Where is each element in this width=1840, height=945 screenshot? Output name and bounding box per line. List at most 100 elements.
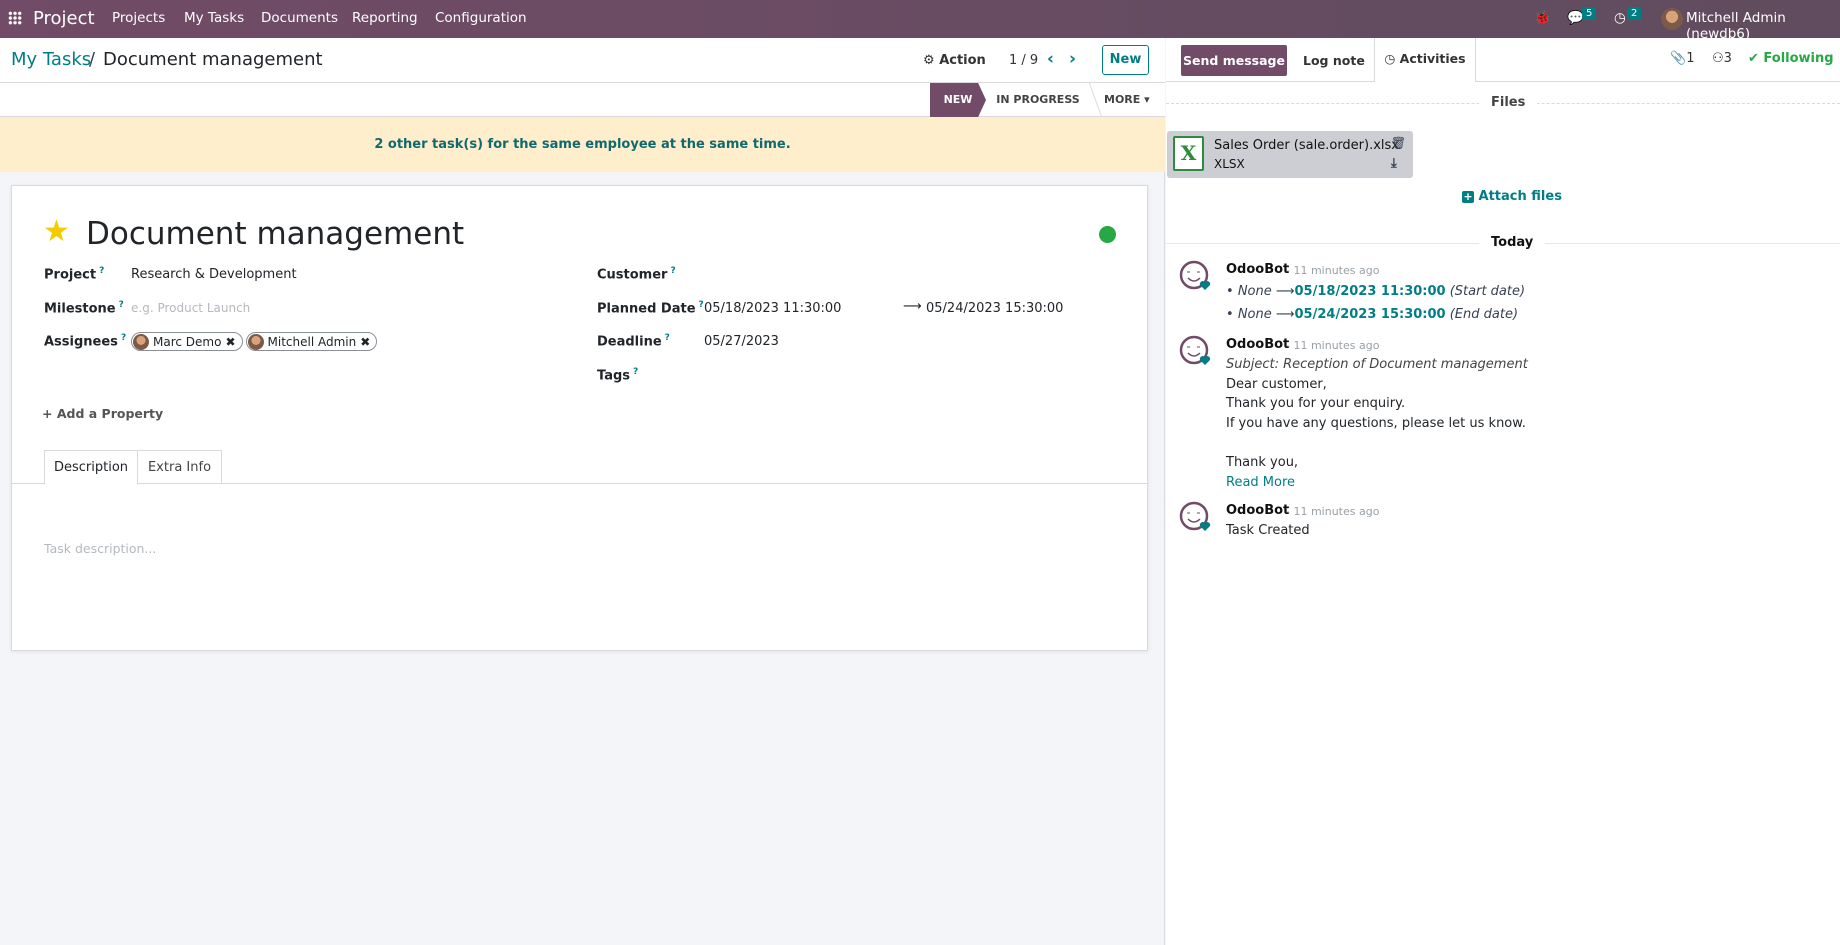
clock-icon: ◷ [1384, 51, 1400, 66]
following-button[interactable]: ✔ Following [1748, 51, 1834, 66]
message-time: - 11 minutes ago [1286, 505, 1380, 518]
message: OdooBot - 11 minutes ago Task Created [1166, 501, 1840, 551]
status-bar: NEW IN PROGRESS MORE ▾ [0, 83, 1165, 117]
user-icon: ⚇ [1712, 51, 1724, 66]
activities-badge: 2 [1627, 7, 1642, 20]
check-icon: ✔ [1748, 51, 1764, 66]
tab-extra-info[interactable]: Extra Info [138, 450, 222, 484]
message-author[interactable]: OdooBot [1226, 262, 1289, 277]
activities-button[interactable]: ◷ Activities [1374, 38, 1476, 82]
arrow-right-icon: ⟶ [1275, 284, 1295, 299]
breadcrumb-my-tasks[interactable]: My Tasks [11, 49, 91, 70]
stage-new[interactable]: NEW [930, 83, 986, 117]
odoobot-avatar [1179, 260, 1211, 292]
activities-icon[interactable]: ◷ [1614, 10, 1626, 26]
action-menu[interactable]: ⚙ Action [923, 53, 986, 68]
state-indicator[interactable] [1099, 226, 1116, 243]
message-line: If you have any questions, please let us… [1226, 416, 1526, 431]
attachment-card[interactable]: X Sales Order (sale.order).xlsx XLSX 🗑 ⤓ [1167, 131, 1413, 178]
avatar [247, 333, 264, 350]
deadline-label: Deadline? [597, 333, 670, 350]
user-avatar[interactable] [1661, 8, 1683, 30]
arrow-right-icon: ⟶ [903, 299, 922, 314]
planned-end-field[interactable]: 05/24/2023 15:30:00 [926, 301, 1063, 316]
customer-label: Customer? [597, 266, 676, 283]
pager-previous-icon[interactable]: ‹ [1047, 49, 1054, 69]
star-icon[interactable]: ★ [43, 214, 70, 249]
message-line: Dear customer, [1226, 377, 1327, 392]
tracking-change: • None ⟶05/24/2023 15:30:00 (End date) [1226, 307, 1519, 322]
message-time: - 11 minutes ago [1286, 339, 1380, 352]
message-author[interactable]: OdooBot [1226, 503, 1289, 518]
send-message-button[interactable]: Send message [1181, 45, 1287, 76]
message-time: - 11 minutes ago [1286, 264, 1380, 277]
form-sheet: ★ Document management Project? Research … [11, 185, 1148, 651]
odoobot-avatar [1179, 501, 1211, 533]
files-label: Files [1479, 95, 1538, 110]
tab-description[interactable]: Description [44, 450, 138, 485]
pager-value[interactable]: 1 / 9 [1009, 53, 1038, 68]
menu-reporting[interactable]: Reporting [352, 10, 418, 26]
odoobot-avatar [1179, 335, 1211, 367]
log-note-button[interactable]: Log note [1303, 53, 1365, 68]
breadcrumb-separator: / [89, 49, 96, 70]
customer-field[interactable] [704, 264, 1144, 284]
remove-icon[interactable]: ✖ [225, 335, 235, 349]
menu-configuration[interactable]: Configuration [435, 10, 527, 26]
followers-button[interactable]: ⚇3 [1712, 51, 1732, 66]
pager-next-icon[interactable]: › [1069, 49, 1076, 69]
messages-badge: 5 [1582, 7, 1597, 20]
assignee-tag: Marc Demo ✖ [131, 332, 243, 351]
debug-icon[interactable]: 🐞 [1534, 10, 1551, 26]
menu-documents[interactable]: Documents [261, 10, 338, 26]
add-property-button[interactable]: + Add a Property [42, 406, 163, 421]
attach-files-button[interactable]: + Attach files [1462, 189, 1562, 204]
overlap-warning: 2 other task(s) for the same employee at… [0, 117, 1165, 172]
description-editor[interactable]: Task description... [44, 541, 156, 556]
app-name[interactable]: Project [33, 8, 95, 29]
today-label: Today [1479, 235, 1546, 250]
message-body: Task Created [1226, 523, 1310, 538]
planned-start-field[interactable]: 05/18/2023 11:30:00 [704, 301, 841, 316]
excel-file-icon: X [1173, 136, 1204, 171]
task-title[interactable]: Document management [86, 216, 464, 252]
arrow-right-icon: ⟶ [1275, 307, 1295, 322]
milestone-label: Milestone? [44, 300, 124, 317]
project-field[interactable]: Research & Development [131, 267, 297, 282]
read-more-link[interactable]: Read More [1226, 475, 1295, 490]
milestone-field[interactable]: e.g. Product Launch [131, 301, 250, 315]
trash-icon[interactable]: 🗑 [1391, 136, 1406, 150]
gear-icon: ⚙ [923, 53, 940, 68]
chatter-topbar-border [1476, 81, 1840, 82]
remove-icon[interactable]: ✖ [360, 335, 370, 349]
stage-in-progress[interactable]: IN PROGRESS [990, 83, 1086, 117]
message-line: Thank you for your enquiry. [1226, 396, 1406, 411]
message-author[interactable]: OdooBot [1226, 337, 1289, 352]
tracking-change: • None ⟶05/18/2023 11:30:00 (Start date) [1226, 284, 1526, 299]
chatter-topbar-border [1166, 81, 1374, 82]
plus-icon: + [42, 406, 57, 421]
avatar [133, 333, 149, 350]
assignees-field[interactable]: Marc Demo ✖ Mitchell Admin ✖ [131, 332, 380, 351]
tags-field[interactable] [704, 364, 1144, 384]
chatter: Send message Log note ◷ Activities 📎1 ⚇3… [1166, 38, 1840, 945]
breadcrumb-current: Document management [103, 49, 323, 70]
message-line: Thank you, [1226, 455, 1299, 470]
control-panel: My Tasks / Document management ⚙ Action … [0, 38, 1165, 83]
message: OdooBot - 11 minutes ago • None ⟶05/18/2… [1166, 260, 1840, 340]
menu-my-tasks[interactable]: My Tasks [184, 10, 244, 26]
attachment-name: Sales Order (sale.order).xlsx [1214, 138, 1400, 153]
project-label: Project? [44, 266, 105, 283]
deadline-field[interactable]: 05/27/2023 [704, 334, 779, 349]
apps-menu-icon[interactable] [8, 11, 22, 25]
download-icon[interactable]: ⤓ [1391, 156, 1397, 171]
stage-more[interactable]: MORE ▾ [1104, 83, 1150, 117]
tags-label: Tags? [597, 367, 639, 384]
new-button[interactable]: New [1102, 45, 1149, 75]
attachments-button[interactable]: 📎1 [1670, 51, 1694, 66]
caret-down-icon: ▾ [1140, 93, 1150, 106]
menu-projects[interactable]: Projects [112, 10, 165, 26]
paperclip-icon: 📎 [1670, 51, 1687, 66]
assignee-tag: Mitchell Admin ✖ [245, 332, 378, 351]
top-navbar: Project Projects My Tasks Documents Repo… [0, 0, 1840, 42]
